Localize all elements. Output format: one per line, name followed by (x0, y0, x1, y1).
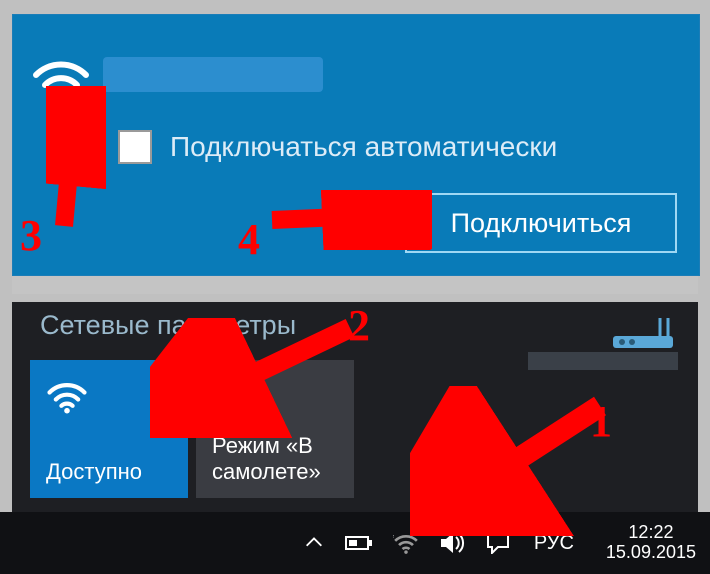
arrow-annotation-1 (410, 386, 630, 536)
connect-button-label: Подключиться (451, 208, 632, 239)
router-label-blurred (528, 352, 678, 370)
auto-connect-row[interactable]: Подключаться автоматически (118, 130, 557, 164)
auto-connect-checkbox[interactable] (118, 130, 152, 164)
clock-date: 15.09.2015 (606, 543, 696, 563)
tile-airplane-label: Режим «В самолете» (212, 433, 354, 484)
auto-connect-label: Подключаться автоматически (170, 131, 557, 163)
router-icon (608, 314, 678, 354)
connect-button[interactable]: Подключиться (405, 193, 677, 253)
network-ssid-blurred (103, 57, 323, 92)
annotation-number-3: 3 (20, 210, 42, 261)
tray-overflow-icon[interactable] (298, 527, 330, 559)
annotation-number-4: 4 (238, 214, 260, 265)
arrow-annotation-3 (46, 86, 106, 236)
tile-wifi-label: Доступно (46, 459, 142, 484)
panel-divider (12, 276, 698, 294)
arrow-annotation-2 (150, 318, 370, 438)
battery-icon[interactable] (344, 527, 376, 559)
arrow-annotation-4 (262, 190, 432, 250)
svg-text:*: * (393, 533, 394, 544)
